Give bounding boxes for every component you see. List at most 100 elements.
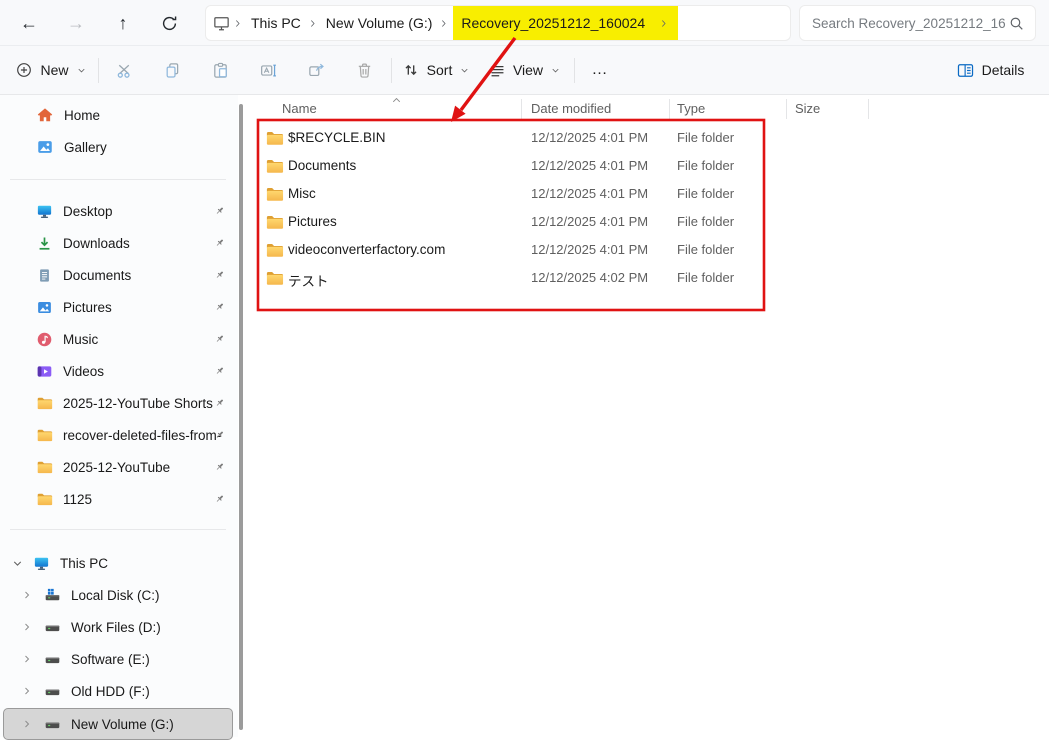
sidebar-item-downloads[interactable]: Downloads	[3, 228, 233, 258]
column-header-name[interactable]: Name	[282, 101, 317, 116]
sidebar-scrollbar[interactable]	[239, 104, 243, 730]
file-row-recycle-bin[interactable]: $RECYCLE.BIN 12/12/2025 4:01 PM File fol…	[244, 124, 1024, 152]
details-pane-icon	[956, 61, 975, 80]
sidebar-item-youtube-shorts-folder[interactable]: 2025-12-YouTube Shorts	[3, 388, 233, 418]
folder-icon	[36, 459, 53, 476]
this-pc-monitor-icon	[33, 555, 50, 572]
chevron-right-icon[interactable]	[21, 653, 33, 665]
pin-icon	[213, 205, 226, 218]
sidebar-item-pictures[interactable]: Pictures	[3, 292, 233, 322]
column-header-date-modified[interactable]: Date modified	[531, 101, 611, 116]
sidebar-item-this-pc[interactable]: This PC	[3, 548, 233, 578]
sidebar-label: Pictures	[63, 300, 112, 315]
sidebar-item-videos[interactable]: Videos	[3, 356, 233, 386]
sidebar-label: Home	[64, 108, 100, 123]
sidebar-item-work-files-d[interactable]: Work Files (D:)	[3, 612, 233, 642]
desktop-icon	[36, 203, 53, 220]
folder-icon	[265, 129, 284, 148]
breadcrumb-this-pc[interactable]: This PC	[246, 15, 306, 31]
navigation-bar: ← → ↑ This PC New Volume (G:) Recovery_2…	[0, 0, 1049, 46]
file-row-videoconverterfactory[interactable]: videoconverterfactory.com 12/12/2025 4:0…	[244, 236, 1024, 264]
sort-label: Sort	[427, 62, 453, 78]
file-row-tesuto[interactable]: テスト 12/12/2025 4:02 PM File folder	[244, 264, 1024, 292]
sidebar-item-music[interactable]: Music	[3, 324, 233, 354]
breadcrumb-new-volume[interactable]: New Volume (G:)	[321, 15, 438, 31]
paste-button[interactable]	[201, 52, 239, 88]
sidebar-item-home[interactable]: Home	[3, 100, 233, 130]
sidebar-item-documents[interactable]: Documents	[3, 260, 233, 290]
new-label: New	[40, 62, 68, 78]
documents-icon	[36, 267, 53, 284]
drive-icon	[44, 619, 61, 636]
new-button[interactable]: New	[12, 52, 90, 88]
folder-icon	[36, 395, 53, 412]
cut-button[interactable]	[105, 52, 143, 88]
sidebar-item-gallery[interactable]: Gallery	[3, 132, 233, 162]
file-list-pane: Name Date modified Type Size $RECYCLE.BI…	[244, 95, 1049, 737]
back-arrow-icon: ←	[20, 13, 38, 34]
pin-icon	[213, 365, 226, 378]
chevron-right-icon	[659, 18, 670, 29]
pin-icon	[213, 461, 226, 474]
chevron-right-icon[interactable]	[21, 589, 33, 601]
view-button[interactable]: View	[486, 52, 564, 88]
address-bar[interactable]: This PC New Volume (G:) Recovery_2025121…	[205, 5, 791, 41]
folder-icon	[265, 241, 284, 260]
chevron-right-icon	[233, 18, 244, 29]
sidebar-item-new-volume-g-selected[interactable]: New Volume (G:)	[3, 708, 233, 740]
up-button[interactable]: ↑	[104, 4, 142, 42]
file-date-modified: 12/12/2025 4:02 PM	[531, 270, 648, 285]
view-lines-icon	[489, 62, 506, 79]
drive-icon	[44, 651, 61, 668]
back-button[interactable]: ←	[10, 4, 48, 42]
forward-button[interactable]: →	[57, 4, 95, 42]
sort-button[interactable]: Sort	[399, 52, 473, 88]
file-name: テスト	[288, 270, 329, 290]
sidebar-item-youtube-folder[interactable]: 2025-12-YouTube	[3, 452, 233, 482]
chevron-right-icon[interactable]	[21, 718, 33, 730]
sidebar-item-desktop[interactable]: Desktop	[3, 196, 233, 226]
search-box[interactable]	[799, 5, 1036, 41]
chevron-right-icon[interactable]	[21, 685, 33, 697]
chevron-right-icon[interactable]	[21, 621, 33, 633]
search-input[interactable]	[810, 15, 1008, 32]
view-label: View	[513, 62, 543, 78]
rename-button[interactable]	[249, 52, 287, 88]
sidebar-item-software-e[interactable]: Software (E:)	[3, 644, 233, 674]
chevron-down-icon[interactable]	[11, 557, 24, 570]
file-row-documents[interactable]: Documents 12/12/2025 4:01 PM File folder	[244, 152, 1024, 180]
file-row-pictures[interactable]: Pictures 12/12/2025 4:01 PM File folder	[244, 208, 1024, 236]
pin-icon	[213, 237, 226, 250]
sidebar-item-1125-folder[interactable]: 1125	[3, 484, 233, 514]
sidebar-item-recover-deleted-folder[interactable]: recover-deleted-files-from-rec	[3, 420, 233, 450]
rename-icon	[259, 61, 278, 80]
breadcrumb-current-highlighted[interactable]: Recovery_20251212_160024	[453, 6, 678, 40]
gallery-icon	[36, 138, 54, 156]
trash-icon	[355, 61, 374, 80]
sidebar-item-old-hdd-f[interactable]: Old HDD (F:)	[3, 676, 233, 706]
column-separator[interactable]	[669, 99, 670, 119]
sort-arrows-icon	[402, 61, 420, 79]
column-header-type[interactable]: Type	[677, 101, 705, 116]
ellipsis-icon: …	[592, 61, 609, 79]
see-more-button[interactable]: …	[582, 52, 618, 88]
refresh-button[interactable]	[150, 4, 188, 42]
file-row-misc[interactable]: Misc 12/12/2025 4:01 PM File folder	[244, 180, 1024, 208]
column-header-size[interactable]: Size	[795, 101, 820, 116]
file-name: Misc	[288, 186, 316, 201]
delete-button[interactable]	[345, 52, 383, 88]
column-separator[interactable]	[521, 99, 522, 119]
copy-button[interactable]	[153, 52, 191, 88]
folder-icon	[36, 427, 53, 444]
this-pc-icon	[212, 14, 231, 33]
sidebar-label: Downloads	[63, 236, 130, 251]
file-type: File folder	[677, 158, 734, 173]
share-button[interactable]	[297, 52, 335, 88]
forward-arrow-icon: →	[67, 13, 85, 34]
details-label: Details	[982, 62, 1025, 78]
details-pane-button[interactable]: Details	[947, 52, 1033, 88]
file-date-modified: 12/12/2025 4:01 PM	[531, 158, 648, 173]
column-separator[interactable]	[786, 99, 787, 119]
column-separator[interactable]	[868, 99, 869, 119]
sidebar-item-local-disk-c[interactable]: Local Disk (C:)	[3, 580, 233, 610]
